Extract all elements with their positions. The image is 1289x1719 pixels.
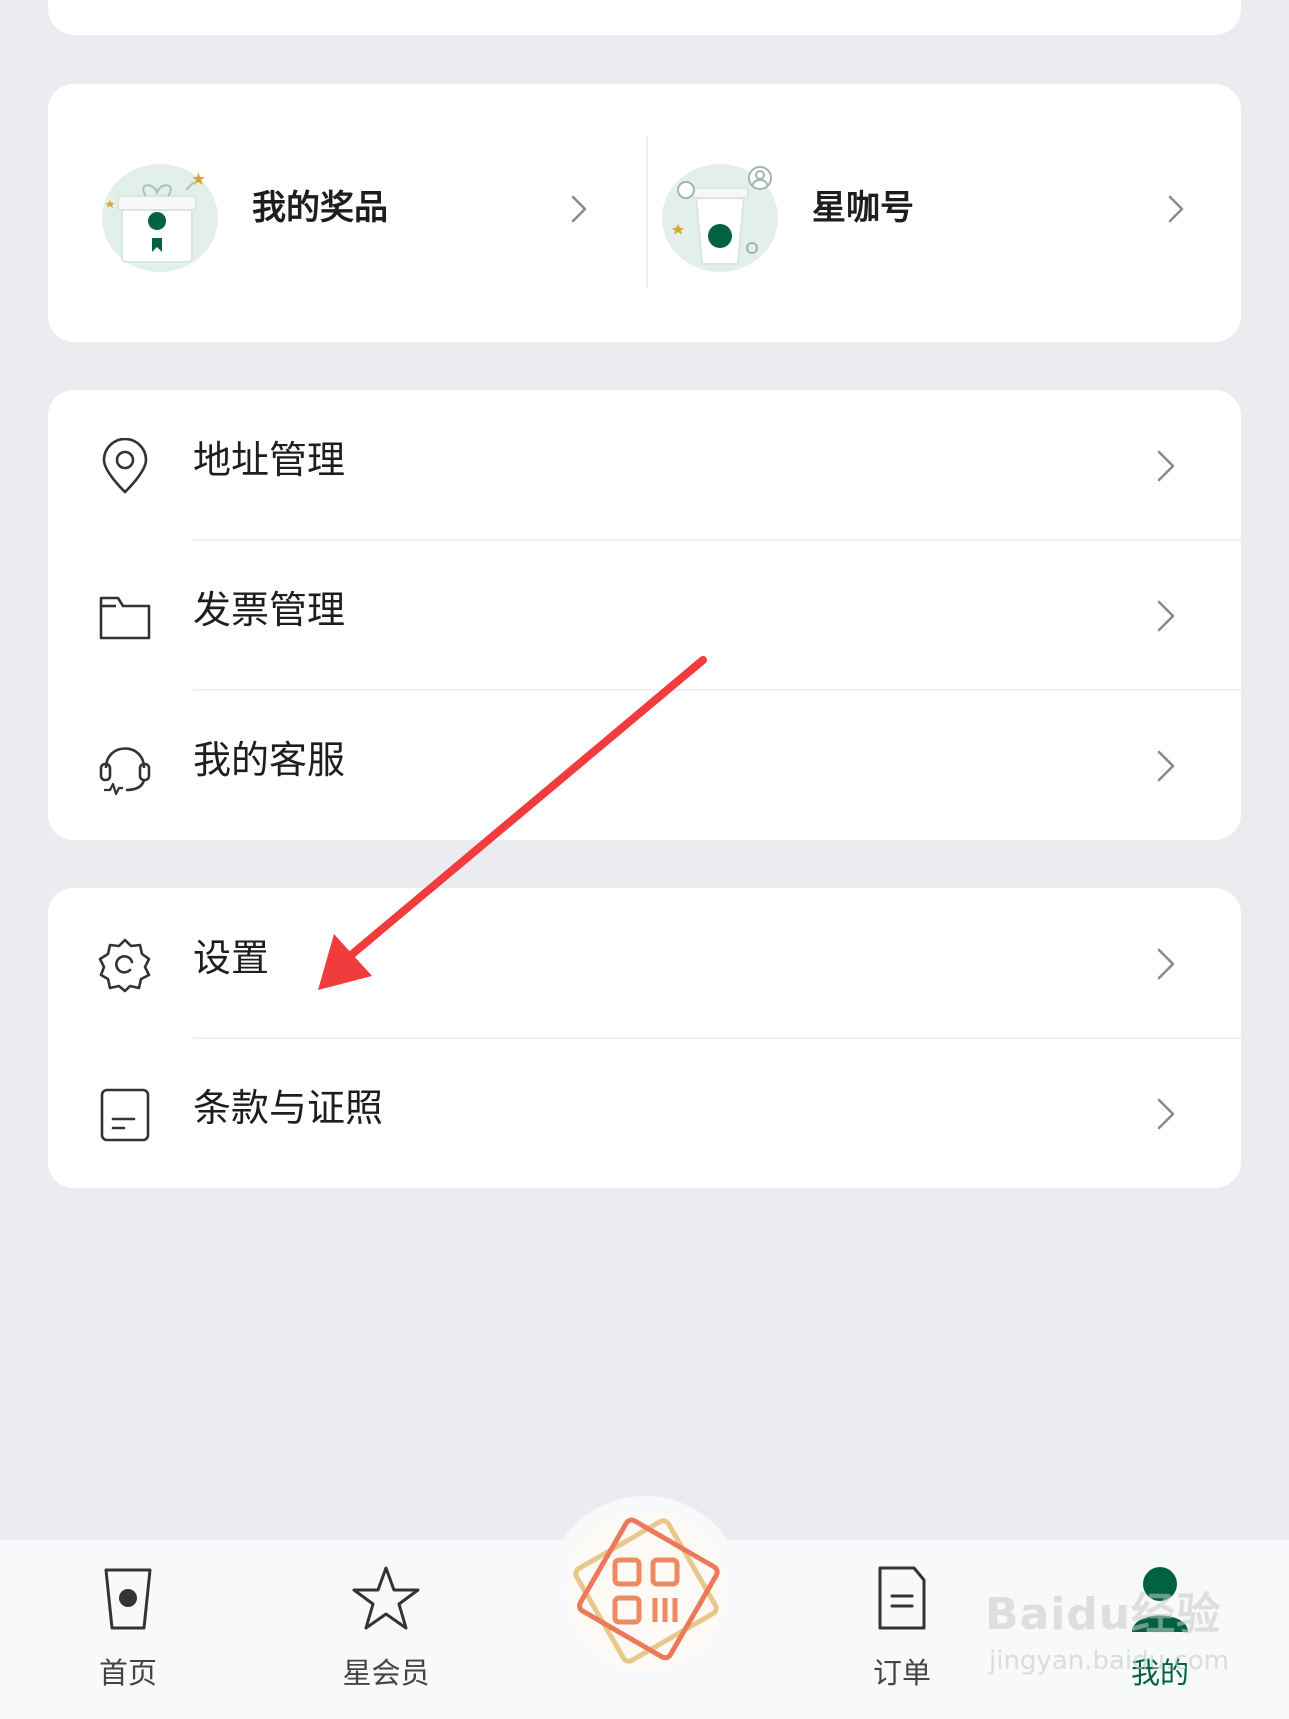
address-management-label: 地址管理 — [193, 438, 346, 482]
cup-icon — [104, 1568, 152, 1630]
invoice-management-label: 发票管理 — [193, 588, 346, 632]
terms-licenses-label: 条款与证照 — [193, 1086, 384, 1130]
chevron-right-icon — [1157, 600, 1175, 632]
star-icon — [352, 1566, 420, 1630]
customer-service-label: 我的客服 — [193, 738, 346, 782]
chevron-right-icon — [1157, 948, 1175, 980]
cup-illustration-icon — [662, 164, 778, 272]
tab-home-label: 首页 — [98, 1656, 157, 1690]
folder-icon — [99, 596, 151, 640]
address-management-item[interactable]: 地址管理 — [48, 390, 1241, 540]
chevron-right-icon — [1157, 1098, 1175, 1130]
tab-star-member[interactable]: 星会员 — [286, 1540, 486, 1719]
qr-scan-button[interactable] — [563, 1508, 729, 1674]
location-pin-icon — [102, 438, 148, 494]
my-rewards-entry[interactable]: 我的奖品 — [48, 84, 644, 342]
invoice-management-item[interactable]: 发票管理 — [48, 540, 1241, 690]
settings-label: 设置 — [193, 936, 270, 980]
tab-star-member-label: 星会员 — [342, 1656, 430, 1690]
headset-icon — [99, 747, 151, 796]
order-icon — [878, 1566, 926, 1630]
chevron-right-icon — [1157, 450, 1175, 482]
services-card: 地址管理 发票管理 我的客服 — [48, 390, 1241, 840]
gift-illustration-icon — [102, 164, 218, 272]
terms-licenses-item[interactable]: 条款与证照 — [48, 1038, 1241, 1188]
star-coffee-label: 星咖号 — [812, 188, 914, 228]
top-card-partial — [48, 0, 1241, 35]
tab-home[interactable]: 首页 — [28, 1540, 228, 1719]
watermark-url: jingyan.baidu.com — [989, 1646, 1229, 1676]
star-coffee-entry[interactable]: 星咖号 — [646, 84, 1242, 342]
chevron-right-icon — [1168, 195, 1184, 223]
tab-orders-label: 订单 — [872, 1656, 931, 1690]
chevron-right-icon — [1157, 750, 1175, 782]
rewards-card: 我的奖品 星咖号 — [48, 84, 1241, 342]
chevron-right-icon — [571, 195, 587, 223]
gear-icon — [98, 938, 151, 993]
baidu-watermark: Baidu经验 jingyan.baidu.com — [985, 1578, 1265, 1698]
settings-card: 设置 条款与证照 — [48, 888, 1241, 1188]
tab-orders[interactable]: 订单 — [802, 1540, 1002, 1719]
settings-item[interactable]: 设置 — [48, 888, 1241, 1038]
my-rewards-label: 我的奖品 — [252, 188, 388, 228]
watermark-brand: Baidu经验 — [985, 1589, 1222, 1640]
customer-service-item[interactable]: 我的客服 — [48, 690, 1241, 840]
document-icon — [100, 1088, 150, 1142]
